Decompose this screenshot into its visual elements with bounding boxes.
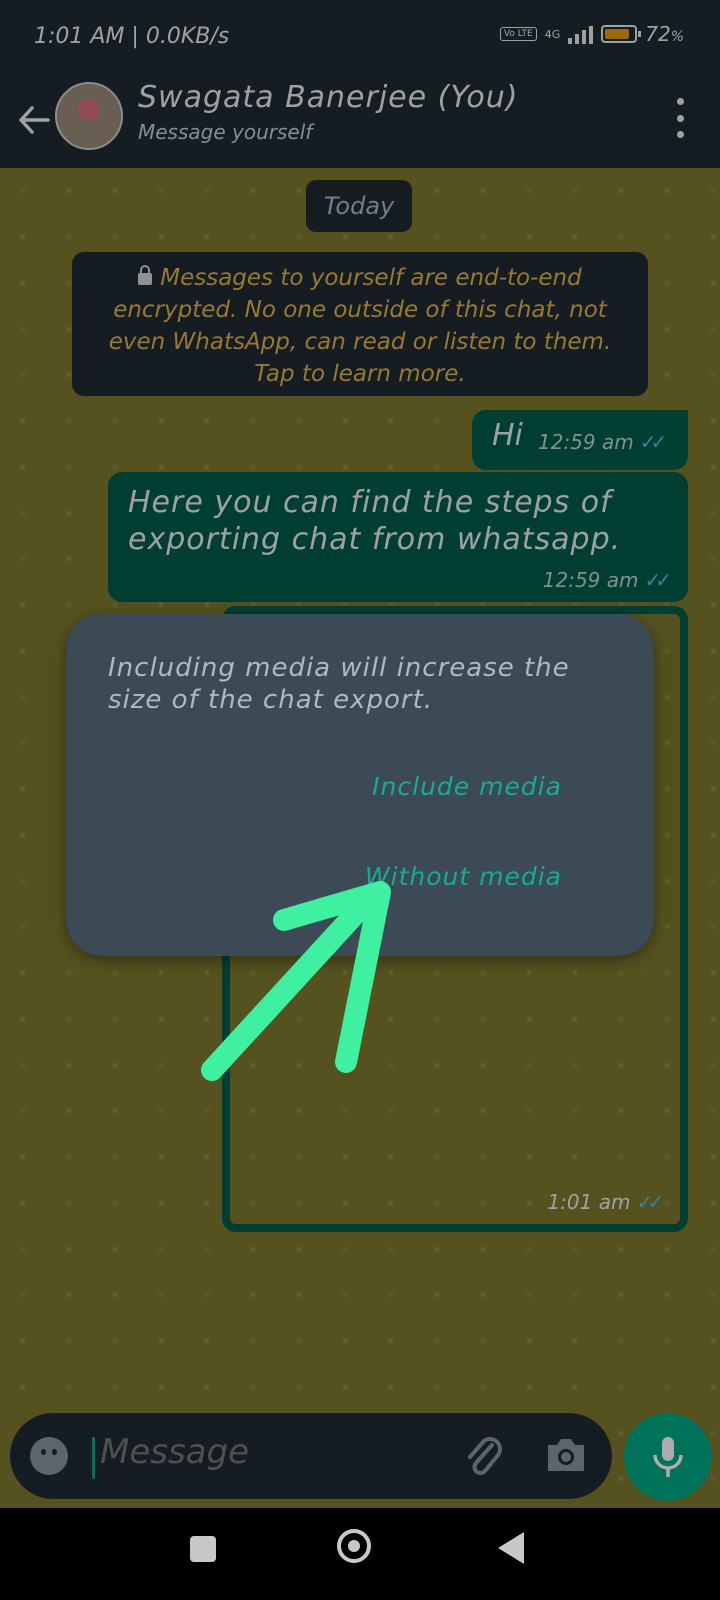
system-back-icon[interactable] [498, 1532, 524, 1564]
system-navigation-bar [0, 1508, 720, 1600]
annotation-arrow-icon [201, 881, 391, 1081]
include-media-button[interactable]: Include media [372, 772, 562, 801]
dialog-message: Including media will increase the size o… [108, 653, 570, 715]
recents-icon[interactable] [190, 1536, 216, 1562]
home-icon[interactable] [337, 1529, 371, 1563]
